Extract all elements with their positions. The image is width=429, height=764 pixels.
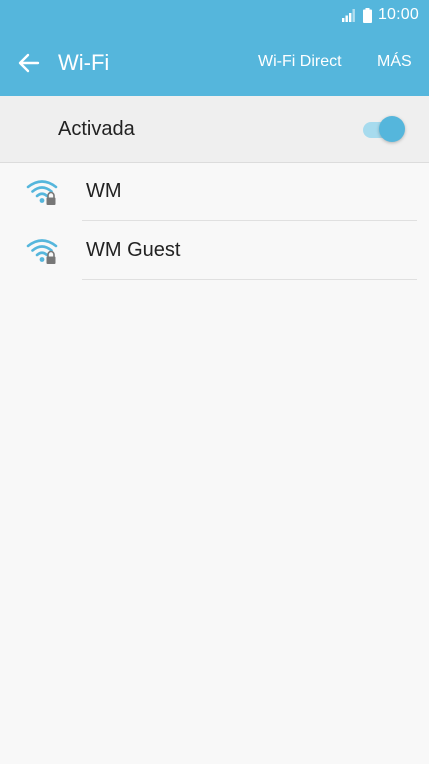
wifi-locked-icon <box>26 180 58 205</box>
app-bar: Wi-Fi Wi-Fi Direct MÁS <box>0 30 429 96</box>
network-list-item[interactable]: WM <box>0 163 429 221</box>
status-bar-right: 10:00 <box>341 5 419 25</box>
list-divider <box>82 220 417 221</box>
wifi-direct-button[interactable]: Wi-Fi Direct <box>258 53 342 71</box>
toggle-thumb <box>379 116 405 142</box>
arrow-left-icon <box>18 53 40 73</box>
network-name: WM <box>86 180 122 202</box>
more-button[interactable]: MÁS <box>377 53 412 71</box>
signal-icon <box>341 9 355 22</box>
status-time: 10:00 <box>377 6 419 23</box>
wifi-locked-icon <box>26 239 58 264</box>
list-divider <box>82 279 417 280</box>
back-button[interactable] <box>14 49 44 77</box>
page-title: Wi-Fi <box>58 50 110 75</box>
wifi-toggle[interactable] <box>361 115 409 145</box>
network-list-item[interactable]: WM Guest <box>0 222 429 280</box>
status-bar: 10:00 <box>0 0 429 30</box>
master-switch-label: Activada <box>58 118 135 140</box>
battery-icon <box>362 7 372 23</box>
network-name: WM Guest <box>86 239 181 261</box>
